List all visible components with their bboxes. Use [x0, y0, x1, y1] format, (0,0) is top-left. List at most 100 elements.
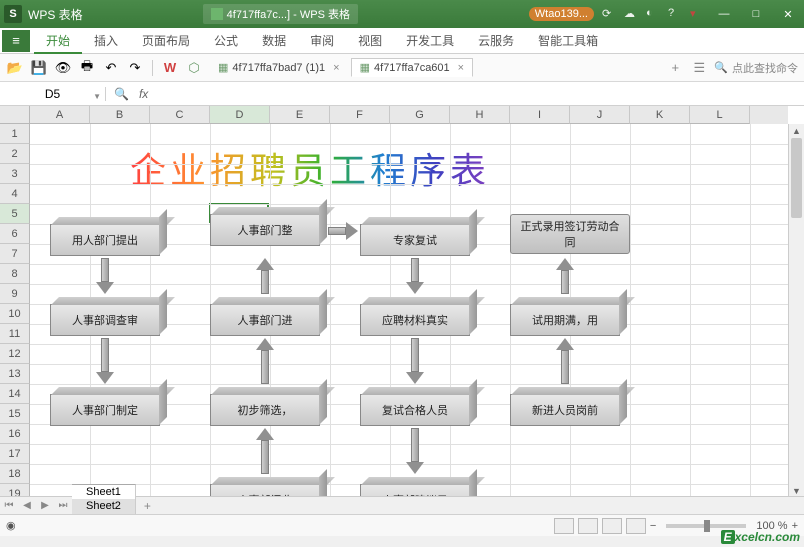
- flowchart-node[interactable]: 人事部门制定: [50, 394, 160, 426]
- zoom-out-button[interactable]: −: [650, 520, 656, 532]
- view-break-button[interactable]: [602, 518, 622, 534]
- zoom-slider[interactable]: [666, 524, 746, 528]
- row-header[interactable]: 2: [0, 144, 30, 164]
- vscroll-thumb[interactable]: [791, 138, 802, 218]
- col-header[interactable]: D: [210, 106, 270, 124]
- flowchart-node[interactable]: 正式录用签订劳动合同: [510, 214, 630, 254]
- row-header[interactable]: 8: [0, 264, 30, 284]
- maximize-button[interactable]: □: [744, 8, 768, 20]
- cloud-icon[interactable]: ☁: [624, 7, 638, 21]
- col-header[interactable]: I: [510, 106, 570, 124]
- flowchart-node[interactable]: 人事部门整: [210, 214, 320, 246]
- menu-插入[interactable]: 插入: [82, 30, 130, 52]
- vertical-scrollbar[interactable]: ▲ ▼: [788, 124, 804, 498]
- menu-智能工具箱[interactable]: 智能工具箱: [526, 30, 610, 52]
- menu-页面布局[interactable]: 页面布局: [130, 30, 202, 52]
- col-header[interactable]: J: [570, 106, 630, 124]
- skin-icon[interactable]: ◐: [646, 7, 660, 21]
- flowchart-node[interactable]: 用人部门提出: [50, 224, 160, 256]
- col-header[interactable]: H: [450, 106, 510, 124]
- col-header[interactable]: F: [330, 106, 390, 124]
- spreadsheet-grid[interactable]: ABCDEFGHIJKL 123456789101112131415161718…: [0, 106, 804, 514]
- sheet-tab[interactable]: Sheet1: [72, 484, 136, 499]
- sheet-nav-next-icon[interactable]: ▶: [36, 500, 54, 511]
- sheet-tab[interactable]: Sheet2: [72, 499, 136, 513]
- row-header[interactable]: 9: [0, 284, 30, 304]
- row-header[interactable]: 18: [0, 464, 30, 484]
- menu-数据[interactable]: 数据: [250, 30, 298, 52]
- wps-w-icon[interactable]: W: [161, 59, 179, 77]
- row-header[interactable]: 12: [0, 344, 30, 364]
- flowchart-node[interactable]: 新进人员岗前: [510, 394, 620, 426]
- row-header[interactable]: 4: [0, 184, 30, 204]
- close-button[interactable]: ✕: [776, 8, 800, 21]
- chevron-down-icon[interactable]: ▼: [93, 92, 101, 101]
- add-tab-button[interactable]: +: [666, 59, 684, 77]
- row-header[interactable]: 13: [0, 364, 30, 384]
- row-header[interactable]: 3: [0, 164, 30, 184]
- row-header[interactable]: 1: [0, 124, 30, 144]
- sheet-tab[interactable]: Sheet3: [72, 513, 136, 514]
- sheet-nav-prev-icon[interactable]: ◀: [18, 500, 36, 511]
- doc-tab[interactable]: ▦4f717ffa7ca601×: [351, 58, 474, 77]
- row-headers[interactable]: 1234567891011121314151617181920: [0, 124, 30, 498]
- sheet-nav-first-icon[interactable]: ⏮: [0, 500, 18, 511]
- col-header[interactable]: B: [90, 106, 150, 124]
- open-icon[interactable]: 📂: [6, 59, 24, 77]
- row-header[interactable]: 10: [0, 304, 30, 324]
- col-header[interactable]: L: [690, 106, 750, 124]
- close-tab-icon[interactable]: ×: [458, 62, 464, 74]
- menu-开发工具[interactable]: 开发工具: [394, 30, 466, 52]
- row-header[interactable]: 11: [0, 324, 30, 344]
- col-header[interactable]: E: [270, 106, 330, 124]
- flowchart-node[interactable]: 复试合格人员: [360, 394, 470, 426]
- name-box[interactable]: D5 ▼: [0, 87, 106, 101]
- undo-icon[interactable]: ↶: [102, 59, 120, 77]
- flowchart-node[interactable]: 初步筛选，: [210, 394, 320, 426]
- refresh-icon[interactable]: ⟳: [602, 7, 616, 21]
- view-page-button[interactable]: [578, 518, 598, 534]
- cube-icon[interactable]: ⬡: [185, 59, 203, 77]
- flowchart-node[interactable]: 试用期满，用: [510, 304, 620, 336]
- print-preview-icon[interactable]: 👁: [54, 59, 72, 77]
- tab-list-button[interactable]: ☰: [690, 59, 708, 77]
- row-header[interactable]: 14: [0, 384, 30, 404]
- flowchart-node[interactable]: 专家复试: [360, 224, 470, 256]
- menu-视图[interactable]: 视图: [346, 30, 394, 52]
- row-header[interactable]: 15: [0, 404, 30, 424]
- view-normal-button[interactable]: [554, 518, 574, 534]
- record-macro-icon[interactable]: ◉: [6, 519, 16, 532]
- print-icon[interactable]: 🖶: [78, 59, 96, 77]
- menu-公式[interactable]: 公式: [202, 30, 250, 52]
- fx-icon[interactable]: fx: [139, 87, 148, 101]
- col-header[interactable]: K: [630, 106, 690, 124]
- minimize-button[interactable]: —: [712, 8, 736, 20]
- search-fx-icon[interactable]: 🔍: [114, 87, 129, 101]
- menu-审阅[interactable]: 审阅: [298, 30, 346, 52]
- redo-icon[interactable]: ↷: [126, 59, 144, 77]
- row-header[interactable]: 16: [0, 424, 30, 444]
- column-headers[interactable]: ABCDEFGHIJKL: [30, 106, 788, 124]
- file-menu-button[interactable]: ≡: [2, 30, 30, 52]
- ribbon-toggle-icon[interactable]: ▾: [690, 7, 704, 21]
- sheet-nav-last-icon[interactable]: ⏭: [54, 500, 72, 511]
- flowchart-node[interactable]: 人事部调查审: [50, 304, 160, 336]
- command-search[interactable]: 🔍 点此查找命令: [714, 60, 798, 76]
- row-header[interactable]: 17: [0, 444, 30, 464]
- scroll-up-icon[interactable]: ▲: [789, 124, 804, 138]
- menu-开始[interactable]: 开始: [34, 30, 82, 54]
- flowchart-node[interactable]: 人事部门进: [210, 304, 320, 336]
- col-header[interactable]: C: [150, 106, 210, 124]
- cells-area[interactable]: 企业招聘员工程序表 用人部门提出人事部调查审人事部门制定人事部门整人事部门进初步…: [30, 124, 788, 498]
- row-header[interactable]: 6: [0, 224, 30, 244]
- menu-云服务[interactable]: 云服务: [466, 30, 526, 52]
- window-doc-tab[interactable]: 4f717ffa7c...] - WPS 表格: [203, 4, 358, 24]
- add-sheet-button[interactable]: +: [136, 499, 159, 513]
- close-tab-icon[interactable]: ×: [333, 62, 339, 74]
- row-header[interactable]: 7: [0, 244, 30, 264]
- view-reading-button[interactable]: [626, 518, 646, 534]
- user-badge[interactable]: Wtao139...: [529, 7, 594, 21]
- row-header[interactable]: 5: [0, 204, 30, 224]
- help-icon[interactable]: ?: [668, 7, 682, 21]
- flowchart-node[interactable]: 应聘材料真实: [360, 304, 470, 336]
